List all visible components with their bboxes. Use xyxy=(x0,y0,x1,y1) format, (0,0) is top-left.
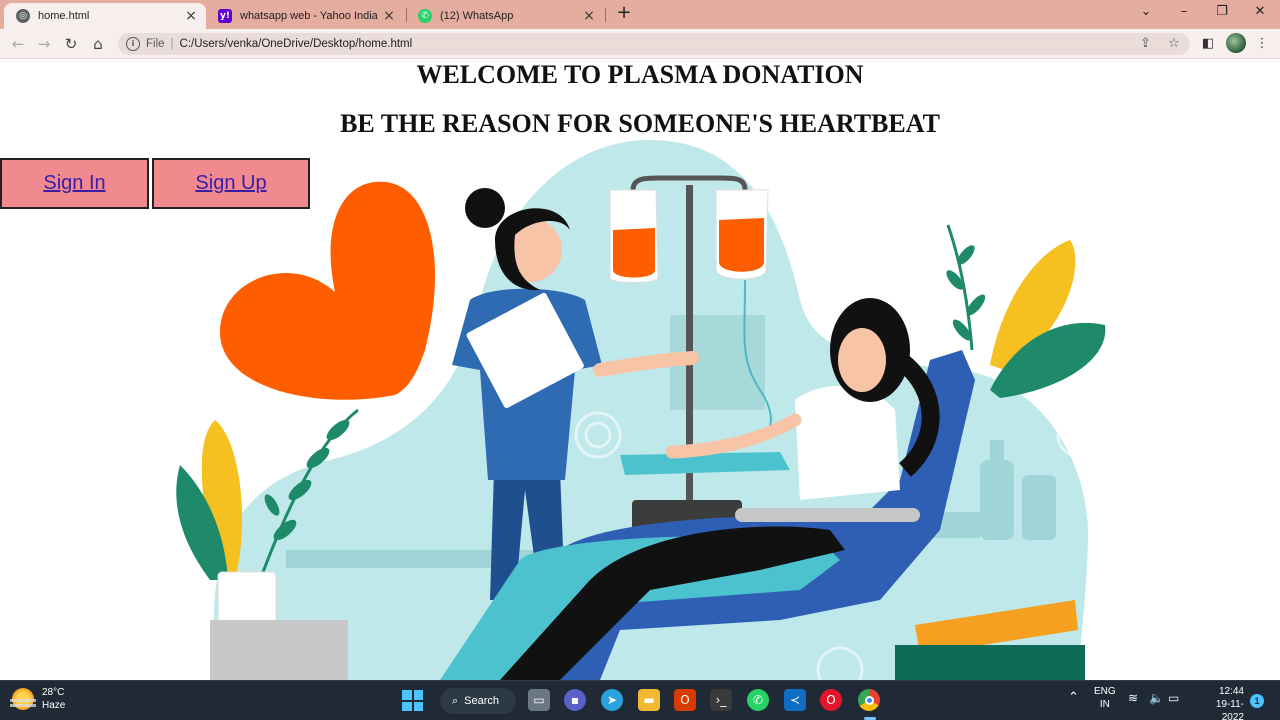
vscode-icon[interactable]: ≺ xyxy=(784,689,806,711)
profile-avatar[interactable] xyxy=(1226,33,1246,53)
weather-widget[interactable]: 28°C Haze xyxy=(10,686,66,712)
clock-date: 19-11-2022 xyxy=(1215,699,1244,720)
globe-icon: ◎ xyxy=(16,9,30,23)
wifi-icon[interactable]: ≋ xyxy=(1128,692,1138,705)
weather-condition: Haze xyxy=(42,700,66,711)
close-tab-icon[interactable]: × xyxy=(380,8,398,24)
tab-strip: ◎ home.html × y! whatsapp web - Yahoo In… xyxy=(0,0,1280,29)
share-icon[interactable]: ⇪ xyxy=(1140,36,1151,51)
side-panel-icon[interactable]: ◧ xyxy=(1198,34,1218,54)
address-divider: | xyxy=(170,38,174,50)
tab-whatsapp[interactable]: ✆ (12) WhatsApp × xyxy=(406,3,604,29)
web-page: WELCOME TO PLASMA DONATION BE THE REASON… xyxy=(0,60,1280,680)
search-label: Search xyxy=(464,695,500,707)
teams-chat-icon[interactable]: ▪ xyxy=(564,689,586,711)
page-subheading: BE THE REASON FOR SOMEONE'S HEARTBEAT xyxy=(340,109,940,138)
sign-in-button[interactable]: Sign In xyxy=(0,158,149,209)
hidden-icons-chevron-icon[interactable]: ⌃ xyxy=(1068,691,1079,704)
address-scheme: File xyxy=(146,38,165,50)
close-tab-icon[interactable]: × xyxy=(580,8,598,24)
home-icon[interactable]: ⌂ xyxy=(88,34,108,54)
language-indicator[interactable]: ENG IN xyxy=(1094,685,1116,711)
windows-start-icon[interactable] xyxy=(402,690,423,711)
taskbar-search[interactable]: ⌕ Search xyxy=(440,688,516,714)
haze-weather-icon xyxy=(10,688,36,710)
close-tab-icon[interactable]: × xyxy=(182,8,200,24)
whatsapp-icon[interactable]: ✆ xyxy=(747,689,769,711)
address-bar[interactable]: i File | C:/Users/venka/OneDrive/Desktop… xyxy=(118,33,1190,55)
terminal-icon[interactable]: ›_ xyxy=(710,689,732,711)
tab-title: whatsapp web - Yahoo India Sear xyxy=(240,10,380,22)
language-code: ENG xyxy=(1094,686,1116,697)
telegram-icon[interactable]: ➤ xyxy=(601,689,623,711)
info-icon[interactable]: i xyxy=(126,37,140,51)
file-explorer-icon[interactable]: ▬ xyxy=(638,689,660,711)
forward-icon[interactable]: → xyxy=(34,34,54,54)
yahoo-icon: y! xyxy=(218,9,232,23)
volume-icon[interactable]: 🔈 xyxy=(1149,692,1164,705)
chrome-icon[interactable] xyxy=(858,689,880,711)
task-view-icon[interactable]: ▭ xyxy=(528,689,550,711)
back-icon[interactable]: ← xyxy=(8,34,28,54)
new-tab-icon[interactable]: + xyxy=(614,4,634,24)
address-url[interactable]: C:/Users/venka/OneDrive/Desktop/home.htm… xyxy=(180,38,413,50)
clock-time: 12:44 xyxy=(1218,686,1244,697)
whatsapp-icon: ✆ xyxy=(418,9,432,23)
search-icon: ⌕ xyxy=(452,694,459,707)
language-region: IN xyxy=(1099,699,1110,710)
tab-title: (12) WhatsApp xyxy=(440,10,514,22)
notification-badge[interactable]: 1 xyxy=(1250,694,1264,708)
tab-yahoo[interactable]: y! whatsapp web - Yahoo India Sear × xyxy=(206,3,404,29)
close-window-icon[interactable]: ✕ xyxy=(1250,4,1270,22)
tab-home[interactable]: ◎ home.html × xyxy=(4,3,206,29)
menu-icon[interactable]: ⋮ xyxy=(1252,34,1272,54)
plasma-donation-illustration xyxy=(96,140,1106,680)
reload-icon[interactable]: ↻ xyxy=(61,34,81,54)
battery-icon[interactable]: ▭ xyxy=(1168,692,1179,705)
page-heading: WELCOME TO PLASMA DONATION xyxy=(416,60,864,89)
sign-up-button[interactable]: Sign Up xyxy=(152,158,310,209)
tab-title: home.html xyxy=(38,10,90,22)
maximize-icon[interactable]: ❐ xyxy=(1212,4,1232,22)
opera-icon[interactable]: O xyxy=(820,689,842,711)
weather-temp: 28°C xyxy=(42,687,65,698)
browser-toolbar: ← → ↻ ⌂ i File | C:/Users/venka/OneDrive… xyxy=(0,29,1280,59)
bookmark-star-icon[interactable]: ☆ xyxy=(1168,36,1180,51)
tab-search-icon[interactable]: ⌄ xyxy=(1136,4,1156,22)
windows-taskbar: 28°C Haze ⌕ Search ▭ ▪ ➤ ▬ O ›_ ✆ ≺ O ⌃ … xyxy=(0,680,1280,720)
minimize-icon[interactable]: – xyxy=(1174,4,1194,22)
tab-divider xyxy=(605,8,606,22)
clock[interactable]: 12:44 19-11-2022 xyxy=(1194,685,1244,720)
office-icon[interactable]: O xyxy=(674,689,696,711)
